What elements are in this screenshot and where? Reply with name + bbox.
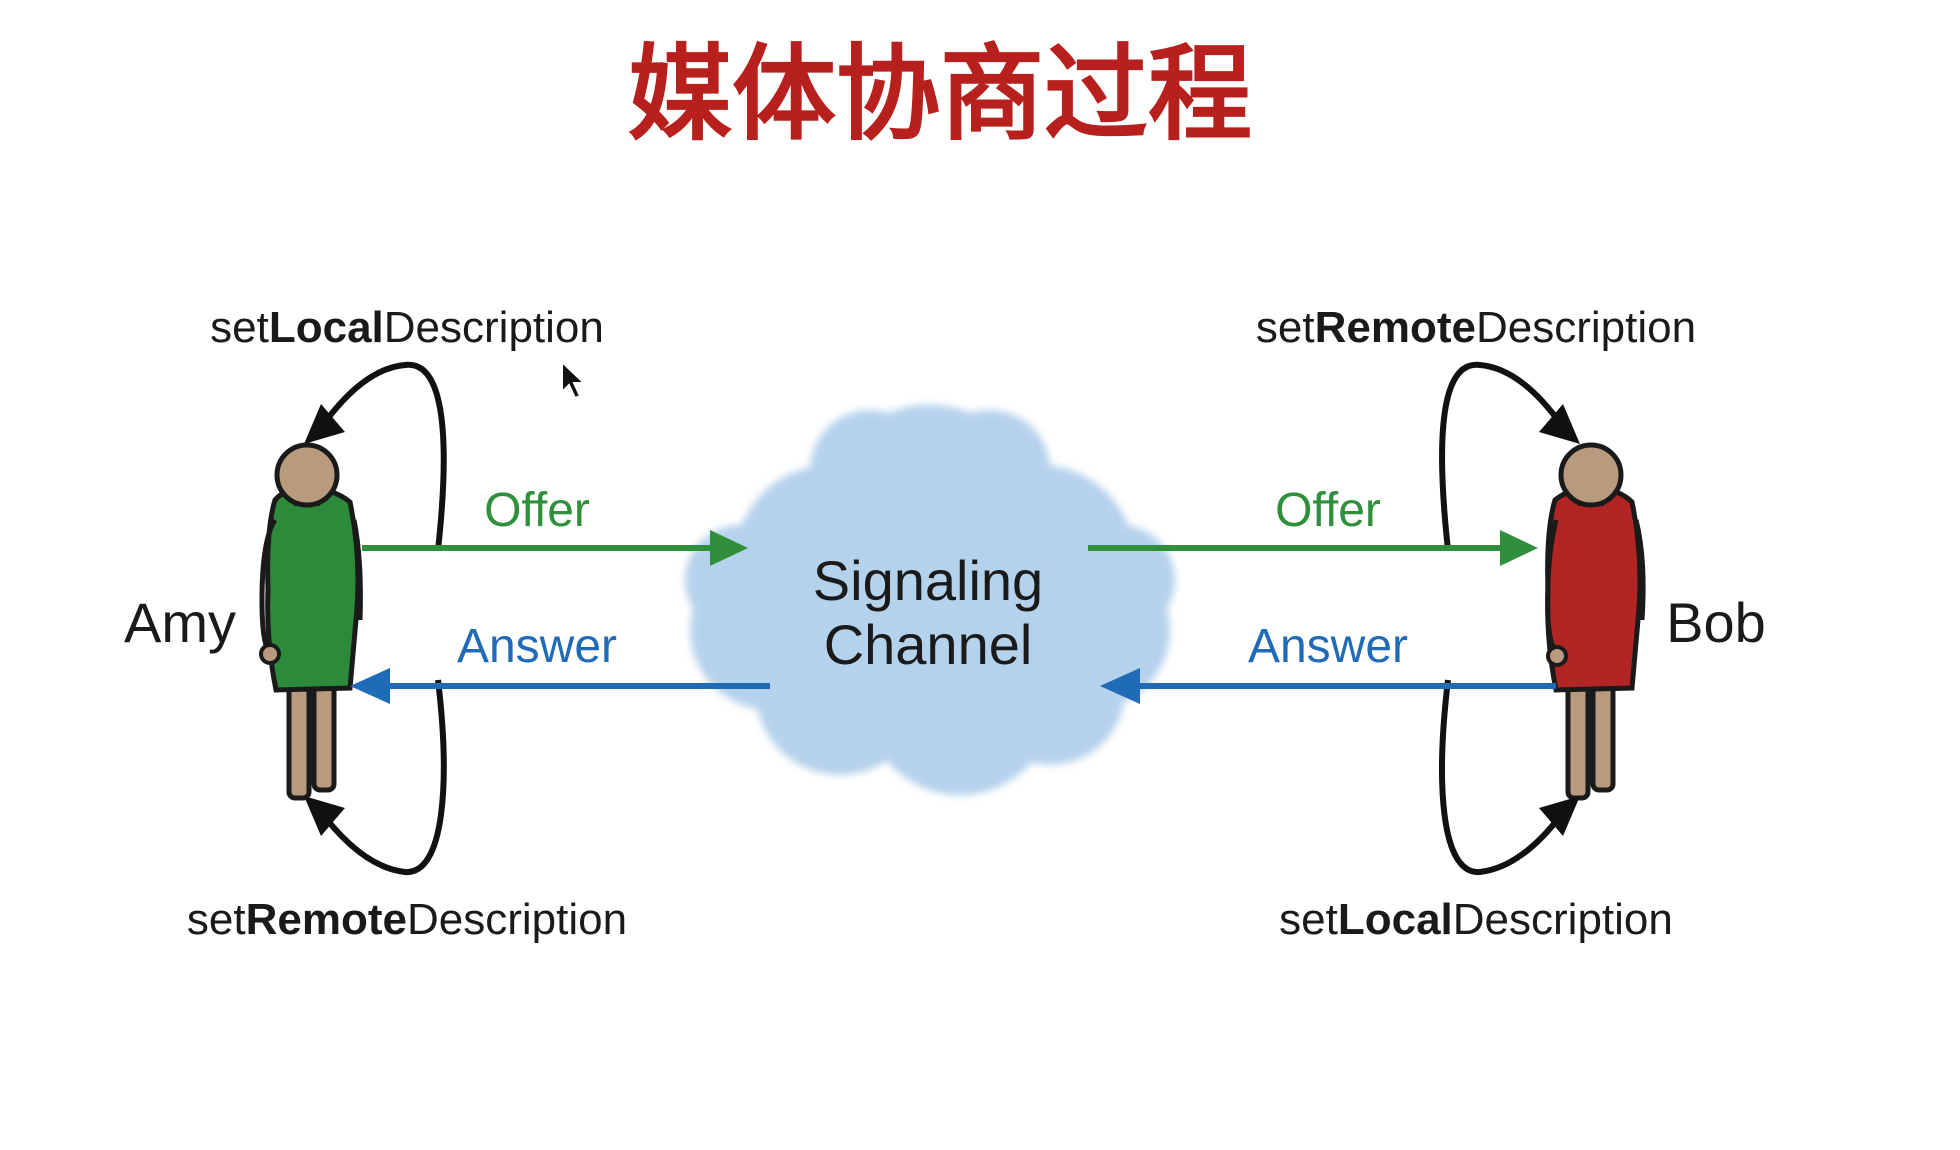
bob-top-loop-arrow (1439, 361, 1569, 551)
left-offer-label: Offer (484, 484, 590, 537)
amy-top-label: setLocalDescription (210, 303, 604, 352)
amy-person-icon (259, 442, 363, 801)
bob-name-label: Bob (1666, 591, 1766, 654)
bob-top-bold: Remote (1315, 303, 1476, 352)
bob-top-suffix: Description (1476, 303, 1696, 352)
signaling-label-line2: Channel (824, 613, 1033, 676)
signaling-cloud: Signaling Channel (685, 405, 1175, 795)
amy-name-label: Amy (124, 591, 236, 654)
right-answer-label: Answer (1248, 620, 1408, 673)
right-offer-label: Offer (1275, 484, 1381, 537)
bob-bottom-label: setLocalDescription (1279, 895, 1673, 944)
bob-top-arrowhead (1539, 404, 1580, 444)
bob-bottom-suffix: Description (1453, 895, 1673, 944)
amy-bottom-suffix: Description (407, 895, 627, 944)
media-negotiation-diagram: 媒体协商过程 Signaling Channel Amy setLocalDes… (124, 33, 1766, 944)
amy-top-arrowhead (304, 404, 345, 444)
amy-bottom-prefix: set (187, 895, 246, 944)
left-answer-label: Answer (457, 620, 617, 673)
amy-top-suffix: Description (384, 303, 604, 352)
right-offer-arrowhead (1500, 530, 1538, 566)
amy-bottom-label: setRemoteDescription (187, 895, 627, 944)
page-title: 媒体协商过程 (628, 33, 1252, 155)
amy-bottom-bold: Remote (246, 895, 407, 944)
amy-top-bold: Local (269, 303, 384, 352)
mouse-cursor-icon (561, 359, 587, 400)
bob-bottom-prefix: set (1279, 895, 1338, 944)
bob-top-prefix: set (1256, 303, 1315, 352)
signaling-label-line1: Signaling (813, 549, 1043, 612)
bob-top-label: setRemoteDescription (1256, 303, 1696, 352)
amy-bottom-loop-arrow (315, 679, 447, 876)
amy-top-prefix: set (210, 303, 269, 352)
bob-person-icon (1545, 442, 1646, 801)
bob-bottom-loop-arrow (1439, 679, 1569, 876)
left-answer-arrowhead (350, 668, 390, 704)
bob-bottom-bold: Local (1338, 895, 1453, 944)
